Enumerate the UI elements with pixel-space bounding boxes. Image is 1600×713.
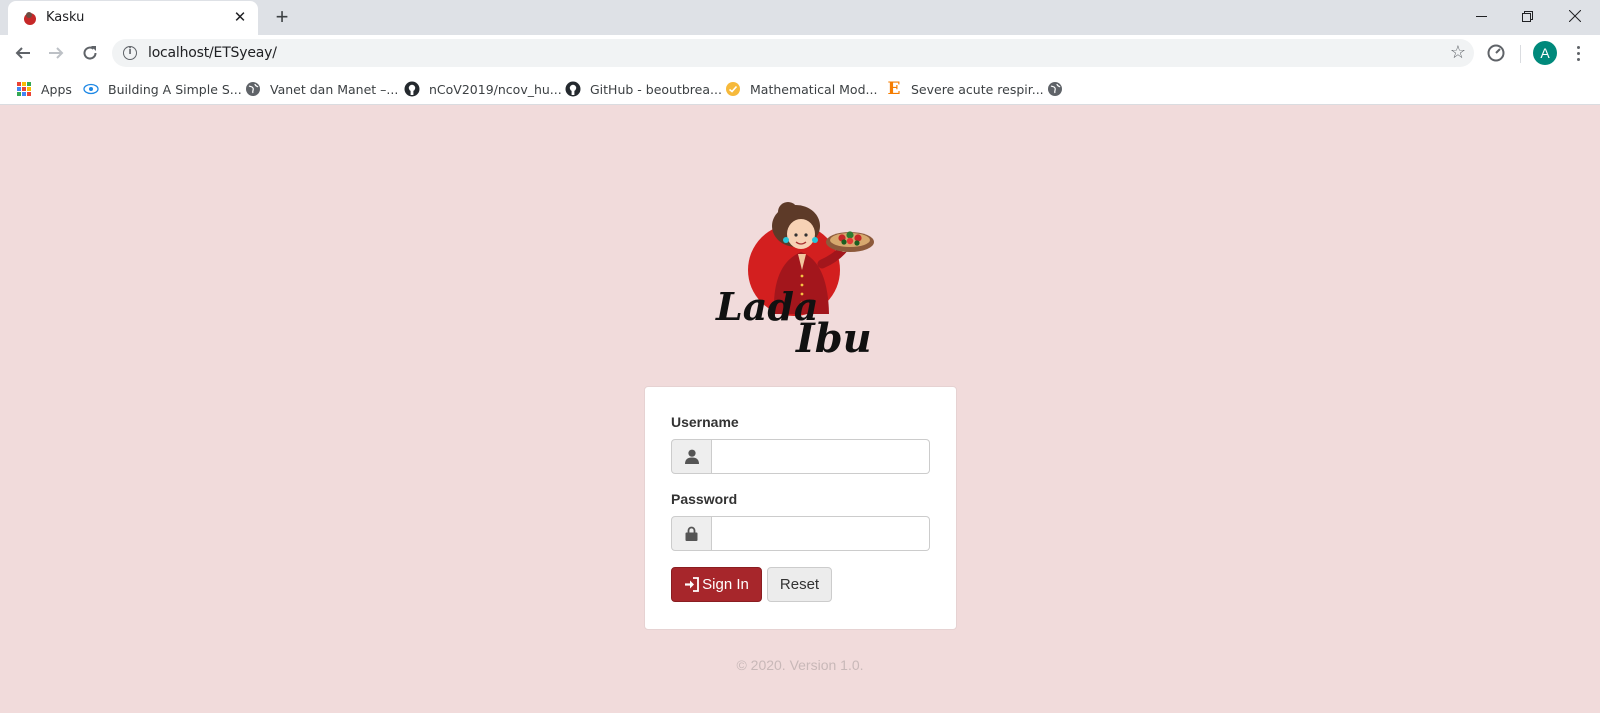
restore-button[interactable] — [1504, 0, 1550, 32]
toolbar-divider — [1520, 45, 1521, 63]
password-label: Password — [671, 491, 738, 507]
sign-in-button[interactable]: Sign In — [671, 567, 762, 602]
globe-icon — [1047, 81, 1063, 97]
logo-text-ibu: Ibu — [795, 315, 872, 360]
apps-grid-icon — [16, 81, 32, 97]
new-tab-button[interactable]: + — [270, 5, 294, 29]
tab-kasku[interactable]: Kasku ✕ — [8, 1, 258, 35]
bookmark-label: Mathematical Mod... — [750, 81, 878, 97]
user-icon — [671, 439, 712, 474]
bookmark-label: GitHub - beoutbrea... — [590, 81, 722, 97]
tab-strip: Kasku ✕ + — [0, 0, 1600, 35]
username-input[interactable] — [712, 439, 930, 474]
eye-icon — [83, 81, 99, 97]
close-window-button[interactable] — [1552, 0, 1598, 32]
bookmark-github-beoutbreak[interactable]: GitHub - beoutbrea... — [565, 79, 722, 99]
bookmark-ncov2019[interactable]: nCoV2019/ncov_hu... — [404, 79, 562, 99]
reload-icon — [83, 46, 97, 60]
bookmark-label: Apps — [41, 81, 72, 97]
arrow-right-icon — [49, 47, 64, 59]
bookmark-star-icon[interactable]: ☆ — [1450, 42, 1466, 63]
minimize-icon — [1475, 15, 1487, 17]
login-page: Lada Ibu Username Password Sign In Reset… — [0, 106, 1600, 713]
browser-menu-icon[interactable] — [1566, 42, 1590, 64]
bookmark-label: Vanet dan Manet –... — [270, 81, 399, 97]
sign-in-label: Sign In — [702, 576, 749, 593]
footer-version: © 2020. Version 1.0. — [736, 657, 864, 673]
username-label: Username — [671, 414, 739, 430]
bookmark-mathematical-mod[interactable]: Mathematical Mod... — [725, 79, 877, 99]
log-in-icon — [685, 577, 700, 592]
site-info-icon[interactable]: i — [123, 46, 137, 60]
password-input[interactable] — [712, 516, 930, 551]
bookmark-vanet-manet[interactable]: Vanet dan Manet –... — [245, 79, 398, 99]
bookmark-label: Building A Simple S... — [108, 81, 242, 97]
browser-toolbar: i localhost/ETSyeay/ ☆ A — [0, 35, 1600, 72]
bookmark-label: nCoV2019/ncov_hu... — [429, 81, 562, 97]
bookmark-severe-acute[interactable]: E Severe acute respir... — [886, 79, 1044, 99]
minimize-button[interactable] — [1458, 0, 1504, 32]
tab-title: Kasku — [46, 10, 85, 25]
url-text[interactable]: localhost/ETSyeay/ — [148, 45, 277, 61]
forward-button[interactable] — [42, 39, 70, 67]
reset-button[interactable]: Reset — [767, 567, 832, 602]
bookmarks-bar: Apps Building A Simple S... Vanet dan Ma… — [0, 72, 1600, 105]
username-input-group — [671, 439, 930, 474]
address-bar[interactable]: i localhost/ETSyeay/ ☆ — [112, 39, 1474, 67]
close-icon — [1569, 10, 1581, 22]
bookmark-apps[interactable]: Apps — [16, 79, 72, 99]
github-icon — [565, 81, 581, 97]
back-button[interactable] — [9, 39, 37, 67]
lock-icon — [671, 516, 712, 551]
lada-ibu-logo: Lada Ibu — [715, 202, 874, 360]
performance-extension-icon[interactable] — [1486, 43, 1506, 63]
github-icon — [404, 81, 420, 97]
reload-button[interactable] — [76, 39, 104, 67]
bookmark-label: Severe acute respir... — [911, 81, 1044, 97]
tab-favicon-icon — [24, 12, 36, 25]
globe-icon — [245, 81, 261, 97]
password-input-group — [671, 516, 930, 551]
tab-close-icon[interactable]: ✕ — [230, 8, 250, 28]
bookmark-globe[interactable] — [1047, 79, 1072, 99]
arrow-left-icon — [15, 47, 30, 59]
bookmark-building-simple[interactable]: Building A Simple S... — [83, 79, 242, 99]
restore-icon — [1521, 10, 1533, 22]
letter-e-icon: E — [887, 79, 901, 99]
orange-circle-icon — [725, 81, 741, 97]
login-card: Username Password Sign In Reset — [644, 386, 957, 630]
profile-avatar[interactable]: A — [1533, 41, 1557, 65]
